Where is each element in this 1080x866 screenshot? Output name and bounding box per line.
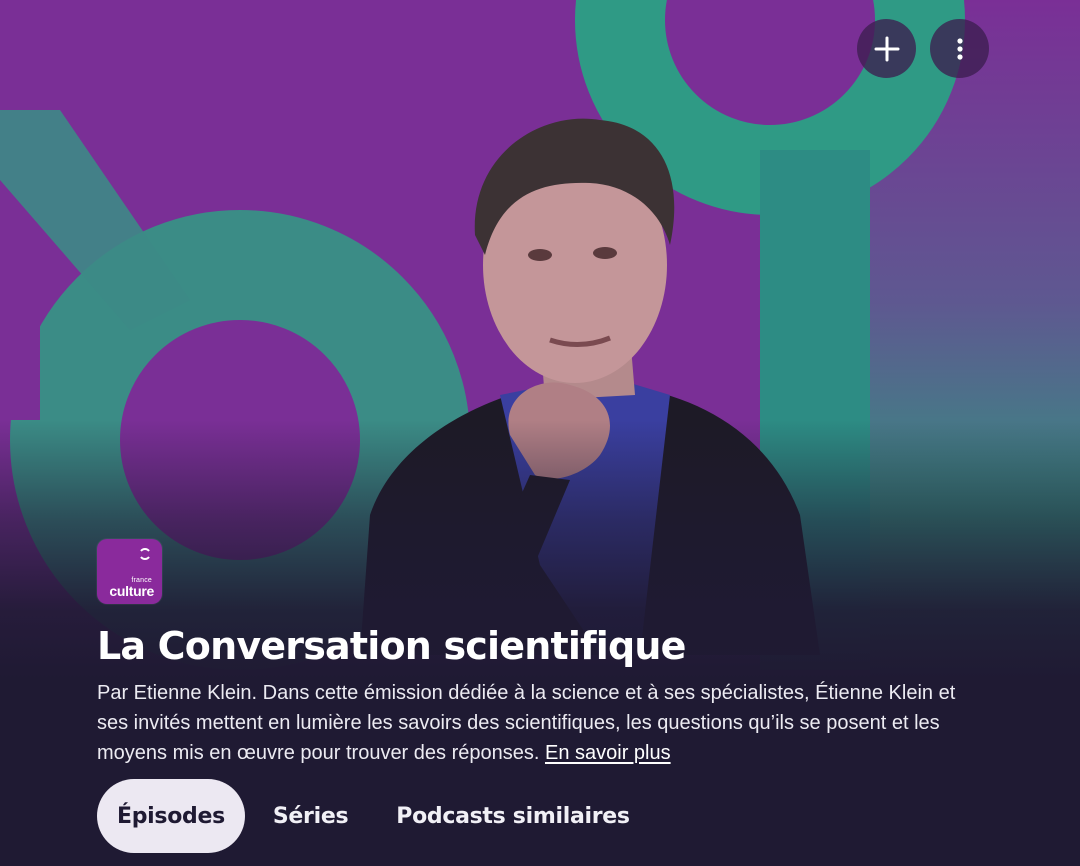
podcast-description: Par Etienne Klein. Dans cette émission d… [97, 678, 987, 768]
podcast-title: La Conversation scientifique [97, 624, 686, 668]
tab-similar-podcasts[interactable]: Podcasts similaires [376, 779, 649, 853]
description-text: Par Etienne Klein. Dans cette émission d… [97, 682, 956, 764]
podcast-hero: france culture La Conversation scientifi… [0, 0, 1080, 866]
tab-episodes[interactable]: Épisodes [97, 779, 245, 853]
plus-icon [874, 36, 899, 61]
more-options-button[interactable] [930, 19, 989, 78]
logo-text-main: culture [109, 583, 154, 599]
france-culture-mark-icon [140, 548, 150, 560]
add-to-library-button[interactable] [857, 19, 916, 78]
more-vertical-icon [956, 37, 963, 60]
learn-more-link[interactable]: En savoir plus [545, 742, 671, 764]
content-tabs: Épisodes Séries Podcasts similaires [97, 779, 650, 853]
header-actions [857, 19, 989, 78]
tab-series[interactable]: Séries [253, 779, 368, 853]
network-logo[interactable]: france culture [97, 539, 162, 604]
